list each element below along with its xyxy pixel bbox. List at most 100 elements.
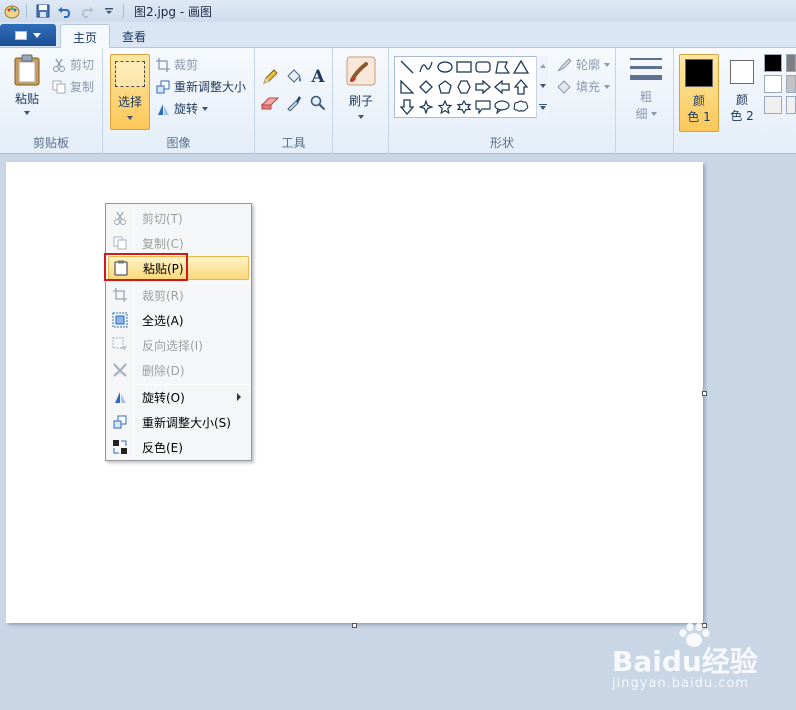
select-label: 选择 bbox=[117, 95, 142, 109]
title-bar: 图2.jpg - 画图 bbox=[0, 0, 796, 22]
oval-shape-icon[interactable] bbox=[435, 57, 454, 77]
right-arrow-shape-icon[interactable] bbox=[473, 77, 492, 97]
palette-swatch-empty[interactable] bbox=[786, 96, 796, 114]
size-group: 粗 细 bbox=[616, 48, 674, 154]
context-menu-label: 全选(A) bbox=[142, 313, 184, 328]
resize-button[interactable]: 重新调整大小 bbox=[156, 78, 246, 95]
tab-view[interactable]: 查看 bbox=[110, 24, 158, 48]
paste-label: 粘贴 bbox=[14, 92, 39, 106]
resize-handle-bottom[interactable] bbox=[352, 623, 357, 628]
context-menu-invert-selection[interactable]: 反向选择(I) bbox=[108, 333, 249, 357]
pencil-icon[interactable] bbox=[259, 66, 281, 88]
oval-callout-shape-icon[interactable] bbox=[492, 97, 511, 117]
color2-swatch bbox=[730, 60, 754, 84]
context-menu-cut[interactable]: 剪切(T) bbox=[108, 206, 249, 230]
copy-label: 复制 bbox=[70, 80, 95, 94]
resize-handle-right[interactable] bbox=[702, 391, 707, 396]
color2-button[interactable]: 颜 色 2 bbox=[724, 54, 760, 132]
palette-swatch-light-gray[interactable] bbox=[786, 75, 796, 93]
scroll-down-icon[interactable] bbox=[539, 84, 546, 88]
context-menu-crop[interactable]: 裁剪(R) bbox=[108, 283, 249, 307]
cloud-callout-shape-icon[interactable] bbox=[511, 97, 530, 117]
resize-icon bbox=[108, 410, 132, 434]
context-menu-delete[interactable]: 删除(D) bbox=[108, 358, 249, 382]
right-triangle-shape-icon[interactable] bbox=[397, 77, 416, 97]
undo-icon[interactable] bbox=[55, 2, 75, 20]
scroll-up-icon[interactable] bbox=[539, 64, 546, 68]
color-picker-icon[interactable] bbox=[283, 92, 305, 114]
redo-icon[interactable] bbox=[77, 2, 97, 20]
paint-app-icon[interactable] bbox=[2, 2, 22, 20]
color1-swatch bbox=[685, 59, 713, 87]
magnifier-icon[interactable] bbox=[307, 92, 329, 114]
context-menu-select-all[interactable]: 全选(A) bbox=[108, 308, 249, 332]
crop-button[interactable]: 裁剪 bbox=[156, 56, 198, 73]
cut-button[interactable]: 剪切 bbox=[52, 56, 94, 73]
cut-label: 剪切 bbox=[70, 58, 95, 72]
line-shape-icon[interactable] bbox=[397, 57, 416, 77]
down-arrow-shape-icon[interactable] bbox=[397, 97, 416, 117]
brush-icon bbox=[346, 56, 376, 86]
context-menu-label: 删除(D) bbox=[142, 363, 185, 378]
save-icon[interactable] bbox=[33, 2, 53, 20]
palette-swatch-gray[interactable] bbox=[786, 54, 796, 72]
polygon-shape-icon[interactable] bbox=[492, 57, 511, 77]
brushes-button[interactable]: 刷子 bbox=[343, 56, 379, 119]
rounded-rectangle-shape-icon[interactable] bbox=[473, 57, 492, 77]
text-tool-icon[interactable]: A bbox=[307, 66, 329, 88]
five-point-star-shape-icon[interactable] bbox=[435, 97, 454, 117]
copy-button[interactable]: 复制 bbox=[52, 78, 94, 95]
annotation-highlight-box bbox=[104, 253, 188, 281]
customize-toolbar-icon[interactable] bbox=[99, 2, 119, 20]
triangle-shape-icon[interactable] bbox=[511, 57, 530, 77]
outline-label: 轮廓 bbox=[576, 58, 601, 72]
submenu-arrow-icon bbox=[237, 393, 241, 401]
up-arrow-shape-icon[interactable] bbox=[511, 77, 530, 97]
color2-label-line1: 颜 bbox=[735, 93, 748, 107]
rectangle-shape-icon[interactable] bbox=[454, 57, 473, 77]
context-menu-copy[interactable]: 复制(C) bbox=[108, 231, 249, 255]
rotate-button[interactable]: 旋转 bbox=[156, 100, 209, 117]
tab-home[interactable]: 主页 bbox=[60, 24, 111, 49]
six-point-star-shape-icon[interactable] bbox=[454, 97, 473, 117]
curve-shape-icon[interactable] bbox=[416, 57, 435, 77]
invert-selection-icon bbox=[108, 333, 132, 357]
shapes-gallery-scrollbar[interactable] bbox=[536, 56, 548, 118]
select-button[interactable]: 选择 bbox=[110, 54, 150, 130]
eraser-icon[interactable] bbox=[259, 92, 281, 114]
diamond-shape-icon[interactable] bbox=[416, 77, 435, 97]
ribbon-tab-row: 主页 查看 bbox=[0, 22, 796, 49]
context-menu-rotate[interactable]: 旋转(O) bbox=[108, 385, 249, 409]
four-point-star-shape-icon[interactable] bbox=[416, 97, 435, 117]
gallery-expand-icon[interactable] bbox=[538, 104, 547, 110]
context-menu-resize[interactable]: 重新调整大小(S) bbox=[108, 410, 249, 434]
outline-button[interactable]: 轮廓 bbox=[556, 56, 611, 73]
palette-swatch-white[interactable] bbox=[764, 75, 782, 93]
size-button[interactable]: 粗 细 bbox=[628, 56, 664, 122]
fill-button[interactable]: 填充 bbox=[556, 78, 611, 95]
color1-button[interactable]: 颜 色 1 bbox=[679, 54, 719, 132]
hexagon-shape-icon[interactable] bbox=[454, 77, 473, 97]
paste-button[interactable]: 粘贴 bbox=[10, 54, 44, 115]
chevron-down-icon bbox=[202, 106, 209, 111]
pentagon-shape-icon[interactable] bbox=[435, 77, 454, 97]
left-arrow-shape-icon[interactable] bbox=[492, 77, 511, 97]
context-menu-label: 复制(C) bbox=[142, 236, 184, 251]
color2-label-line2: 色 2 bbox=[730, 109, 754, 123]
fill-bucket-icon[interactable] bbox=[283, 66, 305, 88]
invert-color-icon bbox=[108, 435, 132, 459]
palette-swatch-black[interactable] bbox=[764, 54, 782, 72]
shapes-gallery bbox=[394, 56, 548, 118]
line-width-icon bbox=[630, 58, 662, 80]
palette-swatch-empty[interactable] bbox=[764, 96, 782, 114]
fill-label: 填充 bbox=[576, 80, 601, 94]
chevron-down-icon bbox=[650, 111, 657, 116]
toolbar-separator bbox=[123, 4, 124, 18]
context-menu-invert-color[interactable]: 反色(E) bbox=[108, 435, 249, 459]
chevron-down-icon bbox=[358, 115, 364, 119]
resize-label: 重新调整大小 bbox=[174, 80, 247, 94]
resize-icon bbox=[156, 80, 170, 93]
rect-callout-shape-icon[interactable] bbox=[473, 97, 492, 117]
size-label-line2: 细 bbox=[635, 107, 648, 121]
app-menu-button[interactable] bbox=[0, 24, 56, 46]
